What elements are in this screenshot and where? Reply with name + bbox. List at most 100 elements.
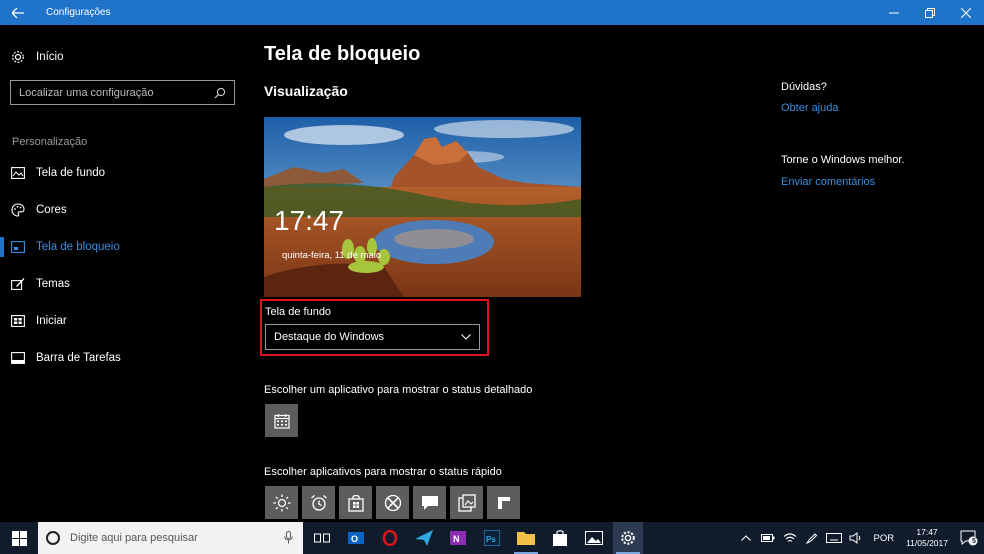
system-tray: POR 17:47 11/05/2017 5: [735, 522, 984, 554]
store-bag-icon: [553, 530, 567, 546]
language-indicator[interactable]: POR: [873, 533, 894, 544]
sidebar-item-label: Cores: [36, 204, 67, 216]
sidebar-home-label: Início: [36, 51, 64, 63]
picture-icon: [10, 165, 26, 181]
keyboard-button[interactable]: [823, 522, 845, 554]
page-title: Tela de bloqueio: [264, 43, 421, 65]
restore-icon: [925, 7, 935, 18]
cortana-icon: [46, 531, 60, 545]
taskbar-settings[interactable]: [613, 522, 643, 554]
sidebar-item-themes[interactable]: Temas: [10, 274, 70, 294]
taskbar-photoshop[interactable]: Ps: [477, 522, 507, 554]
sidebar-home[interactable]: Início: [10, 47, 64, 67]
svg-text:N: N: [453, 534, 460, 544]
taskbar-clock[interactable]: 17:47 11/05/2017: [906, 527, 948, 549]
volume-button[interactable]: [845, 522, 867, 554]
window-title: Configurações: [46, 7, 111, 18]
xbox-icon: [384, 494, 401, 511]
onenote-icon: N: [450, 531, 466, 545]
lock-screen-date: quinta-feira, 11 de maio: [282, 250, 382, 261]
message-icon: [421, 495, 438, 510]
wifi-button[interactable]: [779, 522, 801, 554]
chevron-up-icon: [741, 535, 752, 541]
calendar-icon: [273, 413, 290, 429]
arrow-left-icon: [12, 7, 24, 18]
quick-status-app-7[interactable]: [487, 486, 520, 519]
chevron-down-icon: [461, 334, 471, 340]
folder-icon: [517, 532, 535, 545]
task-view-icon: [314, 533, 330, 543]
brush-icon: [10, 276, 26, 292]
weather-sun-icon: [273, 494, 290, 511]
battery-icon: [761, 534, 775, 542]
sidebar-item-colors[interactable]: Cores: [10, 200, 67, 220]
sidebar-item-label: Iniciar: [36, 315, 67, 327]
settings-search-input[interactable]: [19, 86, 214, 99]
background-label: Tela de fundo: [265, 306, 332, 318]
back-button[interactable]: [0, 0, 36, 25]
settings-search[interactable]: [10, 80, 235, 105]
volume-icon: [849, 532, 861, 544]
battery-button[interactable]: [757, 522, 779, 554]
pen-button[interactable]: [801, 522, 823, 554]
quick-status-app-3[interactable]: [339, 486, 372, 519]
start-grid-icon: [10, 313, 26, 329]
action-center-button[interactable]: 5: [954, 522, 984, 554]
sidebar-item-lock-screen[interactable]: Tela de bloqueio: [10, 237, 120, 257]
taskbar: Digite aqui para pesquisar O N Ps POR 17…: [0, 522, 984, 554]
paper-plane-icon: [415, 530, 433, 546]
sidebar-item-start[interactable]: Iniciar: [10, 311, 67, 331]
settings-gear-icon: [621, 531, 635, 545]
sidebar-item-label: Barra de Tarefas: [36, 352, 121, 364]
palette-icon: [10, 202, 26, 218]
title-bar: Configurações: [0, 0, 984, 25]
taskbar-onenote[interactable]: N: [443, 522, 473, 554]
section-label-personalization: Personalização: [12, 136, 88, 148]
active-indicator: [0, 237, 4, 257]
taskbar-search[interactable]: Digite aqui para pesquisar: [38, 522, 303, 554]
taskbar-photos[interactable]: [579, 522, 609, 554]
task-view-button[interactable]: [307, 522, 337, 554]
quick-status-app-2[interactable]: [302, 486, 335, 519]
sidebar-item-label: Tela de bloqueio: [36, 241, 120, 253]
opera-icon: [382, 530, 398, 546]
taskbar-outlook[interactable]: O: [341, 522, 371, 554]
taskbar-search-placeholder: Digite aqui para pesquisar: [70, 532, 198, 544]
start-button[interactable]: [0, 522, 38, 554]
sidebar-item-label: Tela de fundo: [36, 167, 106, 179]
svg-text:Ps: Ps: [486, 535, 496, 544]
taskbar-store[interactable]: [545, 522, 575, 554]
send-feedback-link[interactable]: Enviar comentários: [781, 176, 875, 188]
feedback-heading: Torne o Windows melhor.: [781, 154, 905, 166]
quick-status-app-4[interactable]: [376, 486, 409, 519]
quick-status-app-6[interactable]: [450, 486, 483, 519]
minimize-icon: [889, 12, 899, 13]
search-icon: [214, 87, 226, 98]
sidebar-item-taskbar[interactable]: Barra de Tarefas: [10, 348, 121, 368]
background-dropdown[interactable]: Destaque do Windows: [265, 324, 480, 350]
photoshop-icon: Ps: [484, 530, 500, 546]
detailed-status-app-button[interactable]: [265, 404, 298, 437]
microphone-icon[interactable]: [284, 531, 293, 544]
quick-status-app-5[interactable]: [413, 486, 446, 519]
photos-icon: [457, 493, 476, 512]
close-button[interactable]: [948, 0, 984, 25]
clock-time: 17:47: [916, 527, 938, 537]
corner-icon: [497, 496, 510, 509]
quick-status-app-1[interactable]: [265, 486, 298, 519]
detailed-status-label: Escolher um aplicativo para mostrar o st…: [264, 384, 533, 396]
taskbar-app-shape[interactable]: [409, 522, 439, 554]
gear-icon: [10, 49, 26, 65]
store-icon: [347, 494, 364, 512]
sidebar-item-background[interactable]: Tela de fundo: [10, 163, 105, 183]
taskbar-opera[interactable]: [375, 522, 405, 554]
minimize-button[interactable]: [876, 0, 912, 25]
taskbar-file-explorer[interactable]: [511, 522, 541, 554]
quick-status-label: Escolher aplicativos para mostrar o stat…: [264, 466, 502, 478]
background-dropdown-value: Destaque do Windows: [274, 331, 385, 343]
pen-icon: [806, 533, 818, 544]
get-help-link[interactable]: Obter ajuda: [781, 102, 838, 114]
tray-overflow-button[interactable]: [735, 522, 757, 554]
outlook-icon: O: [348, 532, 364, 544]
restore-button[interactable]: [912, 0, 948, 25]
